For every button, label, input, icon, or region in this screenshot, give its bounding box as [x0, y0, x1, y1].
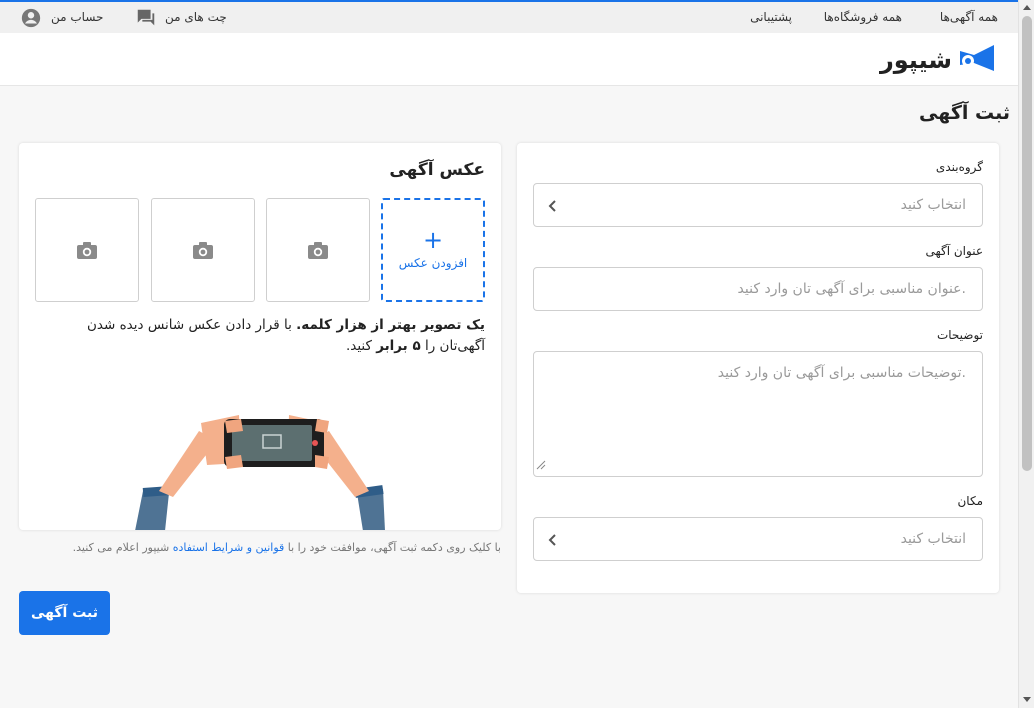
promo-bold-1: یک تصویر بهتر از هزار کلمه.	[296, 317, 485, 333]
nav-support[interactable]: پشتیبانی	[750, 10, 792, 24]
photos-title: عکس آگهی	[389, 160, 485, 180]
horn-icon	[958, 41, 998, 79]
plus-icon: +	[422, 226, 444, 254]
nav-all-ads[interactable]: همه آگهی‌ها	[940, 10, 998, 24]
title-placeholder: عنوان مناسبی برای آگهی تان وارد کنید.	[737, 281, 966, 297]
category-label: گروه‌بندی	[935, 160, 983, 174]
terms-text-before: با کلیک روی دکمه ثبت آگهی، موافقت خود را…	[284, 541, 501, 554]
location-select[interactable]: انتخاب کنید	[533, 517, 983, 561]
chevron-left-icon	[548, 532, 558, 551]
account-icon[interactable]	[20, 7, 42, 33]
photo-promo-text: یک تصویر بهتر از هزار کلمه. با قرار دادن…	[45, 315, 485, 357]
ad-photos-card: عکس آگهی + افزودن عکس یک تصویر بهتر از ه…	[19, 143, 501, 530]
camera-icon	[193, 242, 213, 263]
site-header: شیپور	[0, 33, 1018, 86]
chevron-left-icon	[548, 198, 558, 217]
terms-notice: با کلیک روی دکمه ثبت آگهی، موافقت خود را…	[20, 541, 501, 554]
scroll-up-arrow-icon[interactable]	[1023, 5, 1031, 10]
ad-details-form: گروه‌بندی انتخاب کنید عنوان آگهی عنوان م…	[517, 143, 999, 593]
phone-photo-illustration	[129, 401, 399, 530]
terms-text-after: شیپور اعلام می کنید.	[72, 541, 173, 554]
location-label: مکان	[957, 494, 983, 508]
camera-icon	[77, 242, 97, 263]
scrollbar-thumb[interactable]	[1022, 16, 1032, 471]
terms-link[interactable]: قوانین و شرایط استفاده	[173, 541, 285, 554]
top-bar: همه آگهی‌ها همه فروشگاه‌ها پشتیبانی چت ه…	[0, 0, 1018, 33]
description-textarea[interactable]: توضیحات مناسبی برای آگهی تان وارد کنید.	[533, 351, 983, 477]
page-title: ثبت آگهی	[919, 102, 1010, 124]
nav-all-shops[interactable]: همه فروشگاه‌ها	[824, 10, 902, 24]
my-account-link[interactable]: حساب من	[51, 10, 103, 24]
description-label: توضیحات	[936, 328, 983, 342]
category-select[interactable]: انتخاب کنید	[533, 183, 983, 227]
scroll-down-arrow-icon[interactable]	[1023, 697, 1031, 702]
photo-slot[interactable]	[266, 198, 370, 302]
resize-handle-icon[interactable]	[536, 455, 546, 474]
title-input[interactable]: عنوان مناسبی برای آگهی تان وارد کنید.	[533, 267, 983, 311]
add-photo-button[interactable]: + افزودن عکس	[381, 198, 485, 302]
page-scrollbar[interactable]	[1018, 0, 1034, 708]
logo-text: شیپور	[879, 46, 952, 74]
photo-slot[interactable]	[151, 198, 255, 302]
category-placeholder: انتخاب کنید	[900, 197, 966, 213]
photo-slot[interactable]	[35, 198, 139, 302]
promo-bold-2: ۵ برابر	[376, 338, 421, 354]
add-photo-label: افزودن عکس	[398, 256, 468, 270]
camera-icon	[308, 242, 328, 263]
site-logo[interactable]: شیپور	[880, 41, 998, 79]
my-chats-link[interactable]: چت های من	[165, 10, 227, 24]
submit-ad-button[interactable]: ثبت آگهی	[19, 591, 110, 635]
description-placeholder: توضیحات مناسبی برای آگهی تان وارد کنید.	[717, 365, 966, 381]
title-label: عنوان آگهی	[925, 244, 983, 258]
location-placeholder: انتخاب کنید	[900, 531, 966, 547]
promo-text-2: کنید.	[345, 338, 377, 354]
chat-icon[interactable]	[135, 7, 157, 33]
